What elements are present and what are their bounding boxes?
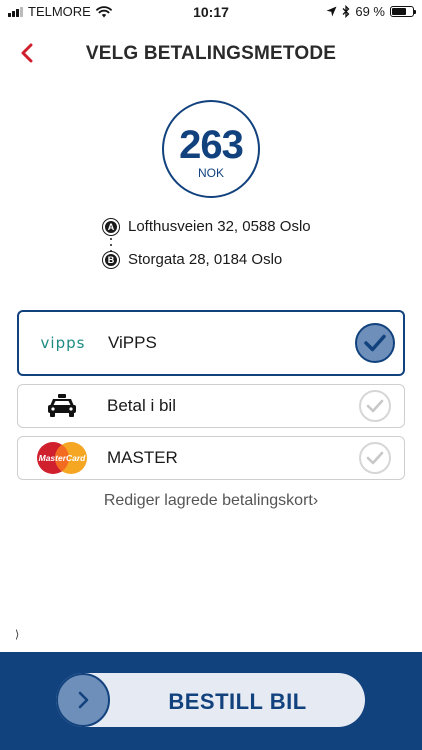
check-unselected-icon [359,390,391,422]
price-circle: 263 NOK [162,100,260,198]
page-title: VELG BETALINGSMETODE [85,43,337,64]
payment-option-master[interactable]: MasterCard MASTER [17,436,405,480]
payment-option-cash[interactable]: Betal i bil [17,384,405,428]
header: VELG BETALINGSMETODE [0,30,422,76]
taxi-icon [32,390,92,422]
route-from: A Lofthusveien 32, 0588 Oslo [103,218,311,235]
mastercard-logo: MasterCard [32,442,92,474]
order-car-button[interactable]: BESTILL BIL [56,673,365,727]
marker-a-icon: A [103,218,119,235]
check-selected-icon [355,323,395,363]
to-address: Storgata 28, 0184 Oslo [128,251,283,268]
status-bar: TELMORE 10:17 69 % [0,0,422,24]
battery-percent: 69 % [355,4,385,19]
small-chevron-icon: ⟩ [15,629,20,641]
payment-option-label: Betal i bil [107,396,176,415]
mastercard-logo-text: MasterCard [39,453,87,463]
bluetooth-icon [342,5,350,18]
route-to: B Storgata 28, 0184 Oslo [103,251,282,268]
location-arrow-icon [326,6,337,17]
slide-knob[interactable] [56,673,110,727]
chevron-right-icon: › [312,492,319,509]
payment-option-label: ViPPS [108,333,157,352]
battery-level [392,8,406,15]
vipps-logo-text: vipps [40,334,86,352]
marker-b-icon: B [103,251,119,268]
route-dots [110,238,112,252]
order-car-label: BESTILL BIL [168,689,307,714]
payment-option-vipps[interactable]: vipps ViPPS [17,310,405,376]
from-address: Lofthusveien 32, 0588 Oslo [128,218,311,235]
chevron-right-icon [78,691,89,709]
battery-icon [390,6,416,17]
route-summary: A Lofthusveien 32, 0588 Oslo B Storgata … [103,218,363,278]
edit-saved-cards-label: Rediger lagrede betalingskort [103,492,313,509]
footer: BESTILL BIL [0,652,422,750]
price-amount: 263 [179,123,244,167]
payment-option-label: MASTER [107,448,178,467]
status-right: 69 % [326,4,416,19]
vipps-logo: vipps [33,327,93,359]
price-currency: NOK [197,166,224,180]
check-unselected-icon [359,442,391,474]
edit-saved-cards-link[interactable]: Rediger lagrede betalingskort› [0,492,422,510]
